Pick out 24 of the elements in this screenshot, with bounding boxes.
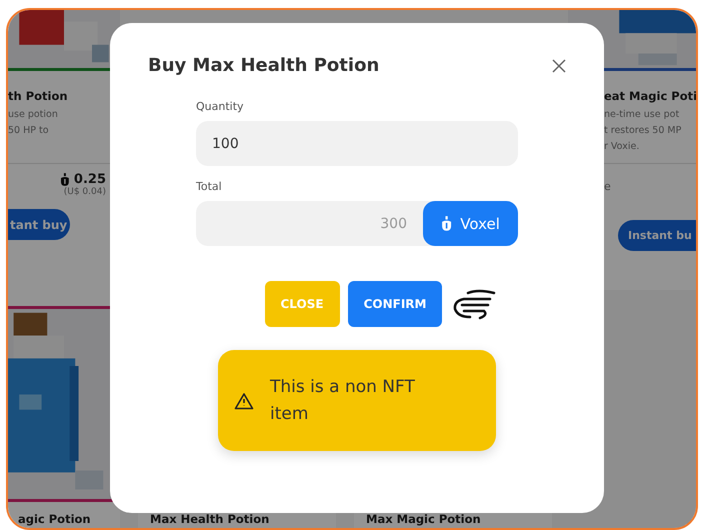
field-label: Quantity [196,100,245,113]
price-usd: (U$ 0.04) [62,187,107,197]
product-title: Max Health Potion [149,512,270,528]
price: 0.25 [74,172,106,187]
product-status: e [604,180,612,195]
close-icon[interactable] [550,56,568,74]
confirm-button[interactable]: CONFIRM [348,281,442,327]
product-title: agic Potion [17,512,92,528]
instant-buy-button[interactable]: tant buy [8,209,70,240]
warning-icon [234,392,254,410]
product-title: th Potion [8,89,69,103]
alert-message: This is a non NFT item [270,376,416,426]
product-description: use potion 50 HP to [8,108,59,138]
total-value: 300 [380,216,407,232]
token-icon [441,216,452,232]
token-icon [60,172,70,186]
currency-button[interactable]: Voxel [423,201,518,246]
quantity-field[interactable]: 100 [196,121,518,166]
product-title: eat Magic Poti [604,89,696,103]
dialog-title: Buy Max Health Potion [148,55,380,76]
product-description: ne-time use pot t restores 50 MP r Voxie. [604,108,682,154]
instant-buy-button[interactable]: Instant bu [618,220,696,251]
field-label: Total [196,180,223,193]
product-title: Max Magic Potion [365,512,482,528]
